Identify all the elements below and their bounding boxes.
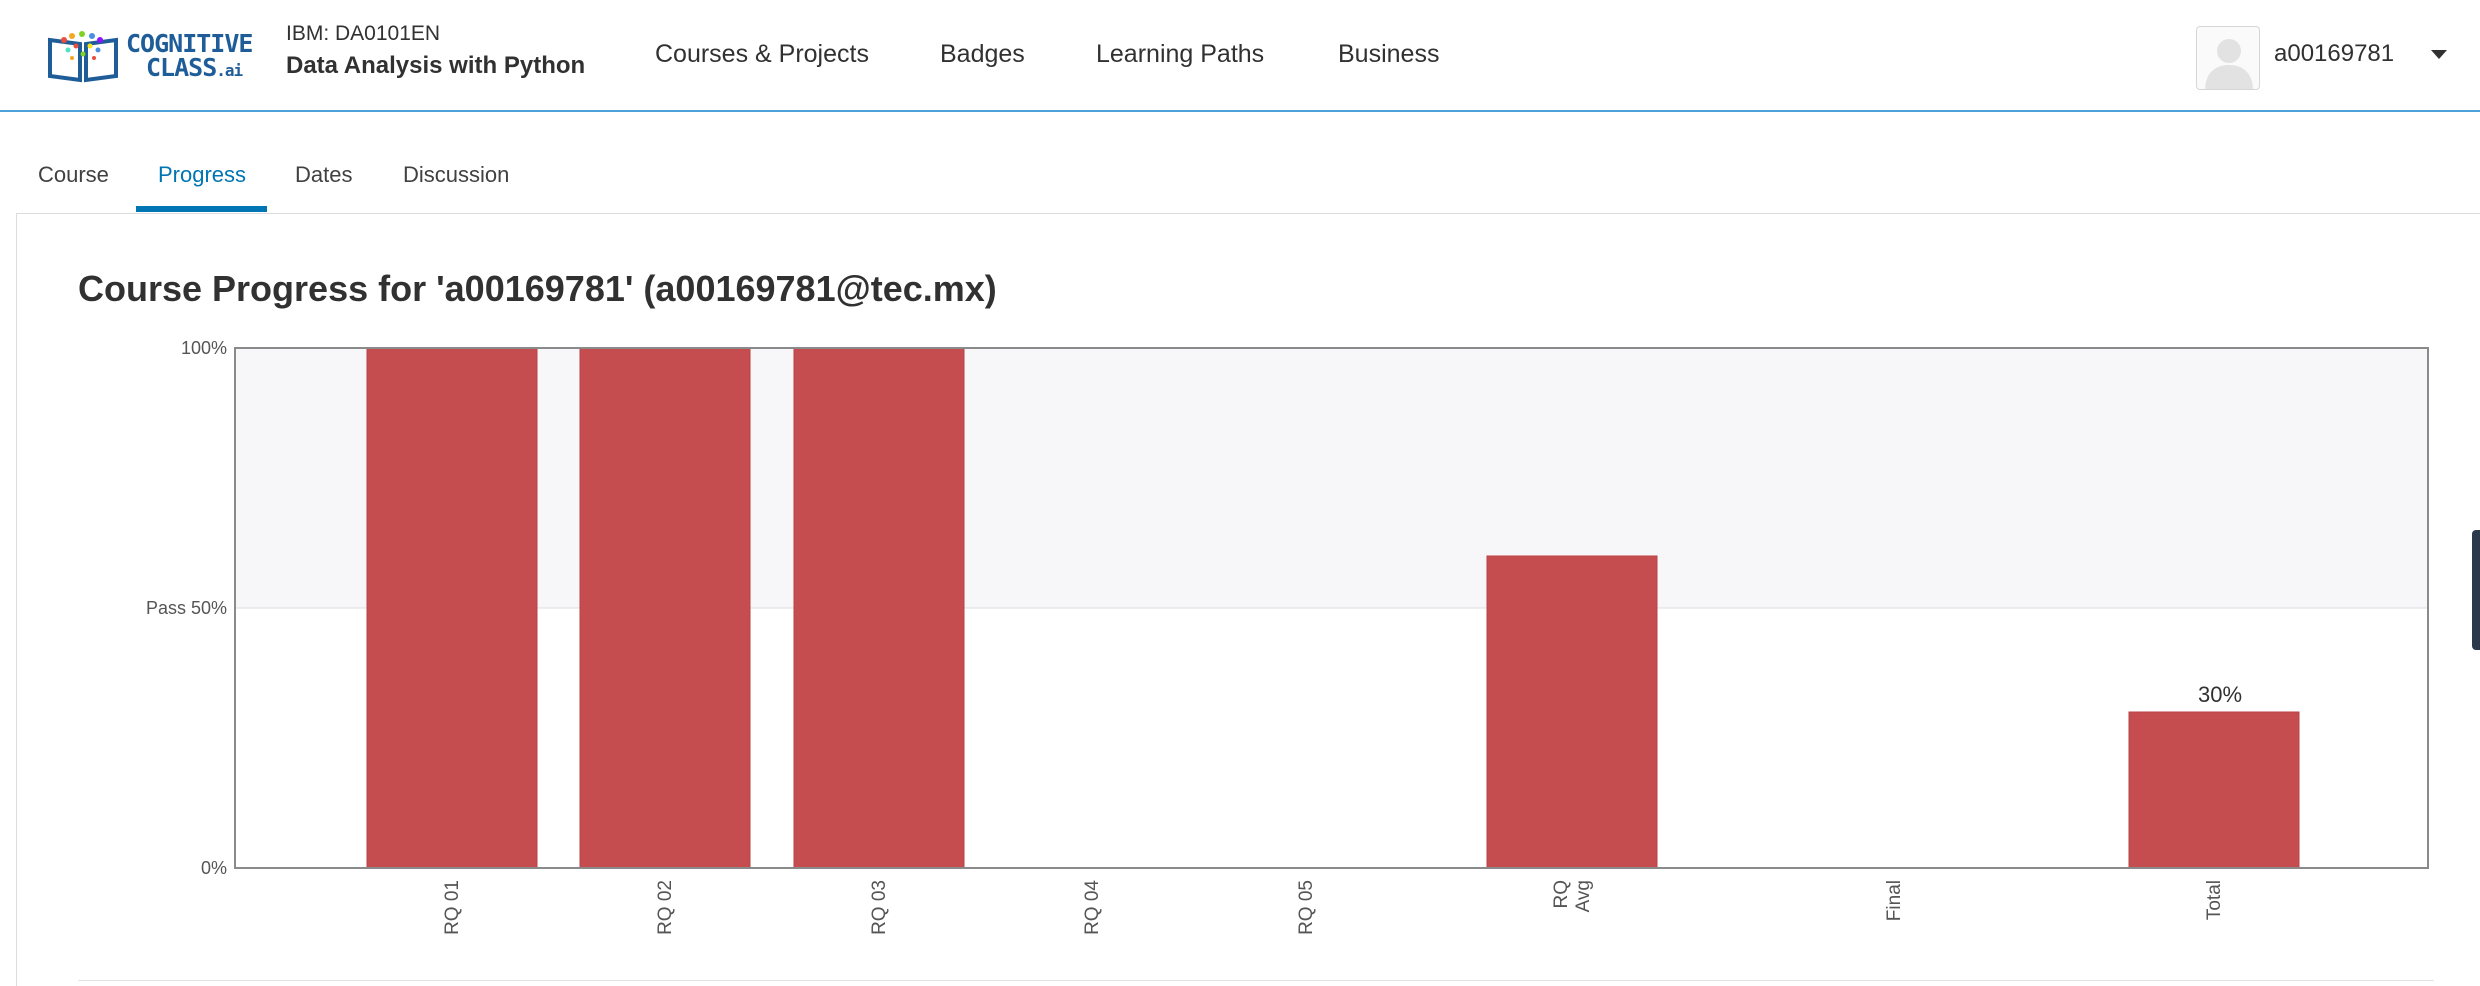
section-divider — [78, 980, 2434, 981]
x-tick-label: RQ — [1551, 880, 1572, 909]
x-tick-label: RQ 04 — [1082, 880, 1103, 935]
bar — [793, 347, 965, 869]
y-tick-label: Pass 50% — [146, 598, 227, 618]
y-tick-label: 0% — [201, 858, 227, 878]
data-label: 30% — [2198, 682, 2242, 707]
x-tick-label: RQ 03 — [869, 880, 890, 935]
y-tick-label: 100% — [181, 338, 227, 358]
x-tick-label: Final — [1884, 880, 1905, 921]
x-tick-label: Total — [2204, 880, 2225, 920]
progress-chart: 0% Pass 50% 100% RQ 01 RQ 02 RQ 03 RQ 04 RQ 05 R… — [146, 338, 2429, 935]
x-tick-label: RQ 05 — [1296, 880, 1317, 935]
x-tick-label: Avg — [1573, 880, 1594, 912]
feedback-tab-handle[interactable] — [2472, 530, 2480, 650]
bar — [579, 347, 751, 869]
pass-band — [235, 348, 2428, 608]
bar — [1486, 555, 1658, 869]
x-tick-label: RQ 02 — [655, 880, 676, 935]
x-tick-label: RQ 01 — [442, 880, 463, 935]
bar — [2128, 711, 2300, 869]
bar — [366, 347, 538, 869]
